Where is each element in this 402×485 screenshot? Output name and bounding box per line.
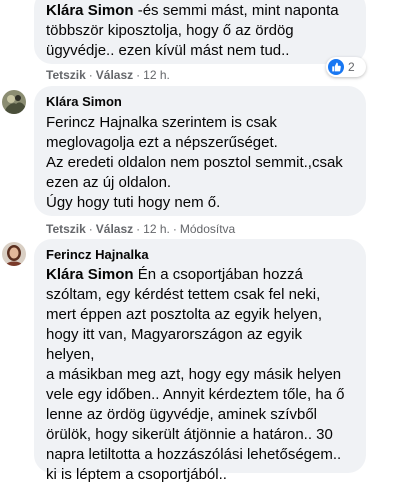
like-link-1[interactable]: Tetszik	[46, 68, 86, 82]
avatar[interactable]	[2, 90, 26, 114]
reply-link-2[interactable]: Válasz	[96, 222, 133, 236]
comment-actions-2: Tetszik · Válasz · 12 h. · Módosítva	[46, 222, 236, 236]
like-link-2[interactable]: Tetszik	[46, 222, 86, 236]
edited-label[interactable]: Módosítva	[180, 222, 235, 236]
thumbs-up-icon	[328, 59, 344, 75]
reaction-badge[interactable]: 2	[326, 57, 366, 77]
reply-link-1[interactable]: Válasz	[96, 68, 133, 82]
comment-text-2: Ferincz Hajnalka szerintem is csak meglo…	[46, 114, 343, 211]
timestamp-2[interactable]: 12 h.	[143, 222, 170, 236]
comment-author-3[interactable]: Ferincz Hajnalka	[46, 247, 354, 263]
comment-text-3: Klára Simon Én a csoportjában hozzá szól…	[46, 266, 345, 483]
comment-author-1[interactable]: Klára Simon	[46, 2, 134, 19]
comment-actions-1: Tetszik · Válasz · 12 h.	[46, 68, 170, 82]
mention-link[interactable]: Klára Simon	[46, 266, 134, 283]
reaction-count: 2	[348, 60, 355, 74]
timestamp-1[interactable]: 12 h.	[143, 68, 170, 82]
avatar[interactable]	[2, 242, 26, 266]
comment-author-2[interactable]: Klára Simon	[46, 94, 354, 110]
comment-bubble-1: Klára Simon -és semmi mást, mint naponta…	[34, 0, 366, 64]
comment-bubble-3: Ferincz Hajnalka Klára Simon Én a csopor…	[34, 239, 366, 483]
comment-text-1: Klára Simon -és semmi mást, mint naponta…	[46, 2, 339, 59]
comment-bubble-2: Klára Simon Ferincz Hajnalka szerintem i…	[34, 86, 366, 216]
